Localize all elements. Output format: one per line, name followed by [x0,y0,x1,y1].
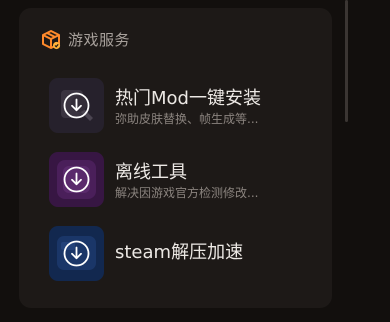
game-box-icon [40,29,62,51]
page: 游戏服务 热门Mod一键安装 弥助皮肤替换、帧生成等... 离线工具 解决因游戏… [0,0,390,322]
service-item-offline-tools[interactable]: 离线工具 解决因游戏官方检测修改... [49,152,319,208]
item-description: 弥助皮肤替换、帧生成等... [115,112,259,126]
download-icon[interactable] [63,240,90,267]
item-title: 热门Mod一键安装 [115,88,261,109]
scrollbar-thumb[interactable] [345,0,348,122]
service-item-steam-accelerate[interactable]: steam解压加速 [49,226,319,282]
item-tile [49,226,104,281]
item-description: 解决因游戏官方检测修改... [115,186,259,200]
download-icon[interactable] [63,92,90,119]
section-title: 游戏服务 [68,31,131,49]
item-tile [49,78,104,133]
item-title: steam解压加速 [115,242,244,263]
item-tile [49,152,104,207]
section-header: 游戏服务 [40,29,130,51]
game-services-panel: 游戏服务 热门Mod一键安装 弥助皮肤替换、帧生成等... 离线工具 解决因游戏… [19,8,332,308]
service-item-mod-install[interactable]: 热门Mod一键安装 弥助皮肤替换、帧生成等... [49,78,319,134]
download-icon[interactable] [63,166,90,193]
item-title: 离线工具 [115,162,187,183]
